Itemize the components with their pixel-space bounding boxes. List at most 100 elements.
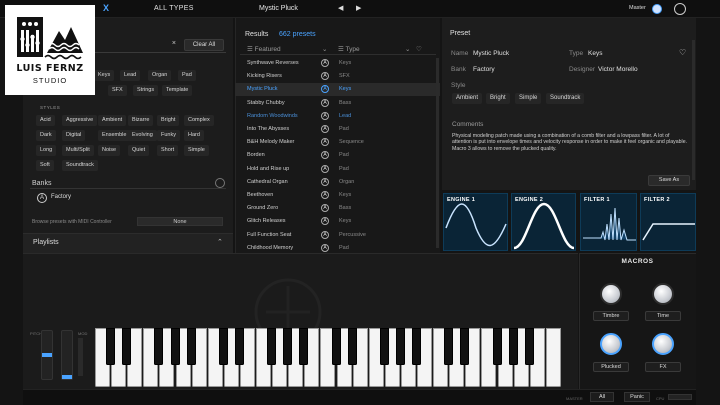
- favorite-column-icon[interactable]: ♡: [416, 45, 422, 53]
- all-types-menu[interactable]: ALL TYPES: [154, 5, 194, 12]
- type-chip-lead[interactable]: Lead: [120, 70, 141, 81]
- result-row[interactable]: Synthwave Reverses A Keys: [235, 57, 440, 70]
- result-row[interactable]: Hold and Rise up A Pad: [235, 163, 440, 176]
- result-row[interactable]: Cathedral Organ A Organ: [235, 176, 440, 189]
- type-chip-organ[interactable]: Organ: [148, 70, 172, 81]
- style-chip-soft[interactable]: Soft: [36, 160, 54, 171]
- engine-1-panel[interactable]: ENGINE 1: [443, 193, 508, 251]
- result-row[interactable]: Borden A Pad: [235, 149, 440, 162]
- style-chip-bright[interactable]: Bright: [157, 115, 180, 126]
- results-scrollbar[interactable]: [436, 58, 439, 248]
- pitch-wheel[interactable]: [41, 330, 53, 380]
- style-chip-short[interactable]: Short: [157, 145, 179, 156]
- type-chip-keys[interactable]: Keys: [94, 70, 115, 81]
- preset-style-tag-bright[interactable]: Bright: [486, 93, 510, 104]
- preset-style-tag-soundtrack[interactable]: Soundtrack: [546, 93, 585, 104]
- type-chip-sfx[interactable]: SFX: [108, 85, 127, 96]
- piano-black-key[interactable]: [508, 328, 518, 365]
- name-value[interactable]: Mystic Pluck: [473, 50, 509, 57]
- banks-dropdown-icon[interactable]: [215, 178, 225, 188]
- piano-black-key[interactable]: [444, 328, 454, 365]
- style-chip-ensemble[interactable]: Ensemble: [98, 130, 131, 141]
- preset-style-tag-simple[interactable]: Simple: [515, 93, 542, 104]
- piano-black-key[interactable]: [395, 328, 405, 365]
- close-browser-button[interactable]: X: [103, 3, 109, 13]
- piano-black-key[interactable]: [234, 328, 244, 365]
- type-chip-strings[interactable]: Strings: [133, 85, 159, 96]
- featured-column-header[interactable]: ☰ Featured: [247, 45, 281, 53]
- style-chip-dark[interactable]: Dark: [36, 130, 56, 141]
- style-chip-soundtrack[interactable]: Soundtrack: [62, 160, 98, 171]
- mod-wheel[interactable]: [61, 330, 73, 380]
- piano-black-key[interactable]: [524, 328, 534, 365]
- type-chip-pad[interactable]: Pad: [178, 70, 196, 81]
- plucked-knob[interactable]: [600, 333, 622, 355]
- piano-black-key[interactable]: [331, 328, 341, 365]
- style-chip-simple[interactable]: Simple: [184, 145, 209, 156]
- piano-black-key[interactable]: [283, 328, 293, 365]
- type-chip-template[interactable]: Template: [162, 85, 193, 96]
- style-chip-aggressive[interactable]: Aggressive: [62, 115, 98, 126]
- style-chip-multi-split[interactable]: Multi/Split: [62, 145, 94, 156]
- type-column-header[interactable]: ☰ Type: [338, 45, 360, 53]
- factory-bank-label[interactable]: Factory: [51, 194, 71, 200]
- result-row[interactable]: Ground Zero A Bass: [235, 202, 440, 215]
- factory-bank-icon[interactable]: A: [37, 193, 47, 203]
- style-chip-digital[interactable]: Digital: [62, 130, 86, 141]
- midi-controller-select[interactable]: None: [137, 217, 223, 226]
- type-value[interactable]: Keys: [588, 50, 602, 57]
- style-chip-bizarre[interactable]: Bizarre: [128, 115, 154, 126]
- piano-black-key[interactable]: [186, 328, 196, 365]
- result-row[interactable]: Random Woodwinds A Lead: [235, 110, 440, 123]
- style-chip-complex[interactable]: Complex: [184, 115, 214, 126]
- time-knob[interactable]: [652, 283, 674, 305]
- user-avatar-icon[interactable]: [674, 3, 686, 15]
- style-chip-ambient[interactable]: Ambient: [98, 115, 127, 126]
- piano-black-key[interactable]: [299, 328, 309, 365]
- filter-2-panel[interactable]: FILTER 2: [640, 193, 696, 251]
- panic-button[interactable]: Panic: [624, 392, 650, 402]
- previous-preset-button[interactable]: ◀: [338, 4, 343, 12]
- piano-black-key[interactable]: [154, 328, 164, 365]
- preset-style-tag-ambient[interactable]: Ambient: [452, 93, 483, 104]
- sort-type-icon[interactable]: ⌄: [405, 45, 410, 53]
- piano-black-key[interactable]: [412, 328, 421, 365]
- engine-2-panel[interactable]: ENGINE 2: [511, 193, 576, 251]
- pitch-wheel-handle[interactable]: [42, 353, 52, 357]
- result-row[interactable]: Mystic Pluck A Keys: [235, 83, 440, 97]
- piano-white-key[interactable]: [545, 328, 561, 387]
- fx-knob[interactable]: [652, 333, 674, 355]
- favorite-heart-icon[interactable]: ♡: [679, 48, 687, 57]
- style-chip-long[interactable]: Long: [36, 145, 57, 156]
- piano-black-key[interactable]: [267, 328, 277, 365]
- result-row[interactable]: Stabby Chubby A Bass: [235, 97, 440, 110]
- style-chip-quiet[interactable]: Quiet: [128, 145, 150, 156]
- result-row[interactable]: Full Function Seat A Percussive: [235, 229, 440, 242]
- result-row[interactable]: Beethoven A Keys: [235, 189, 440, 202]
- piano-black-key[interactable]: [106, 328, 116, 365]
- sort-featured-icon[interactable]: ⌄: [322, 45, 327, 53]
- current-preset-name[interactable]: Mystic Pluck: [259, 5, 298, 12]
- piano-black-key[interactable]: [460, 328, 470, 365]
- master-volume-knob[interactable]: [652, 4, 662, 14]
- piano-black-key[interactable]: [122, 328, 132, 365]
- collapse-playlists-icon[interactable]: ⌃: [217, 238, 223, 246]
- mod-wheel-handle[interactable]: [62, 375, 72, 379]
- style-chip-funky[interactable]: Funky: [157, 130, 180, 141]
- piano-black-key[interactable]: [170, 328, 180, 365]
- style-chip-evolving[interactable]: Evolving: [128, 130, 157, 141]
- timbre-knob[interactable]: [600, 283, 622, 305]
- save-as-button[interactable]: Save As: [648, 175, 690, 186]
- playlists-section[interactable]: Playlists ⌃: [23, 233, 233, 253]
- all-notes-button[interactable]: All: [590, 392, 614, 402]
- preset-scrollbar[interactable]: [692, 40, 695, 180]
- next-preset-button[interactable]: ▶: [356, 4, 361, 12]
- filter-1-panel[interactable]: FILTER 1: [580, 193, 637, 251]
- result-row[interactable]: Glitch Releases A Keys: [235, 215, 440, 228]
- piano-black-key[interactable]: [492, 328, 502, 365]
- result-row[interactable]: B&H Melody Maker A Sequence: [235, 136, 440, 149]
- clear-all-button[interactable]: Clear All: [184, 39, 224, 51]
- style-chip-acid[interactable]: Acid: [36, 115, 55, 126]
- result-row[interactable]: Into The Abysses A Pad: [235, 123, 440, 136]
- piano-black-key[interactable]: [379, 328, 389, 365]
